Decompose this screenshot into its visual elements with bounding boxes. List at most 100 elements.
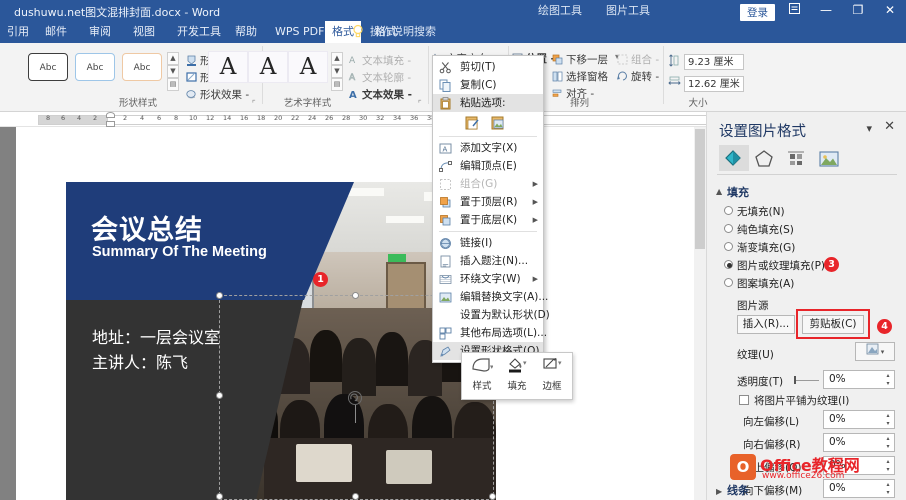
wordart-scroll-up-icon[interactable]: ▲ <box>331 52 343 65</box>
radio-button[interactable] <box>724 242 733 251</box>
radio-button[interactable] <box>724 206 733 215</box>
context-menu-item-set-default-shape[interactable]: 设置为默认形状(D) <box>433 306 550 324</box>
minimize-button[interactable]: — <box>812 0 840 21</box>
shape-style-gallery-scroll[interactable]: ▲ ▼ ▤ <box>167 52 179 94</box>
pane-tab-picture[interactable] <box>815 145 845 171</box>
mini-toolbar-style-button[interactable]: ▾ 样式 <box>465 356 499 392</box>
selection-handle-bottom-center[interactable] <box>352 493 359 500</box>
pane-tab-layout-properties[interactable] <box>783 145 813 171</box>
radio-button[interactable] <box>724 260 733 269</box>
selection-handle-bottom-left[interactable] <box>216 493 223 500</box>
transparency-slider-track[interactable] <box>795 380 819 381</box>
radio-picture-or-texture-fill[interactable]: 图片或纹理填充(P) <box>724 258 825 273</box>
sign-in-button[interactable]: 登录 <box>740 4 775 21</box>
spinner-icon[interactable]: ▴ ▾ <box>884 412 892 428</box>
context-menu-item-insert-caption[interactable]: 插入题注(N)... <box>433 252 543 270</box>
wordart-preset-1[interactable]: A <box>208 51 248 83</box>
maximize-button[interactable]: ❐ <box>844 0 872 21</box>
context-menu-item-copy[interactable]: 复制(C) <box>433 76 543 94</box>
selection-pane-button[interactable]: 选择窗格 <box>552 69 608 84</box>
rotate-handle-icon[interactable] <box>348 391 362 405</box>
context-menu-item-add-text[interactable]: A 添加文字(X) <box>433 139 543 157</box>
radio-button[interactable] <box>724 278 733 287</box>
tab-review[interactable]: 审阅 <box>82 21 118 43</box>
section-header-fill[interactable]: 填充 <box>727 184 749 200</box>
context-menu-item-link[interactable]: 链接(I) <box>433 234 543 252</box>
submenu-arrow-icon: ▶ <box>532 198 538 206</box>
tab-wps-pdf[interactable]: WPS PDF <box>268 21 331 43</box>
shape-style-preset-1[interactable]: Abc <box>28 53 68 81</box>
selection-handle-middle-left[interactable] <box>216 392 223 399</box>
texture-picker-button[interactable]: ▾ <box>855 342 895 361</box>
chevron-down-icon[interactable]: ▾ <box>866 122 872 135</box>
wordart-scroll-down-icon[interactable]: ▼ <box>331 65 343 78</box>
wordart-preset-2[interactable]: A <box>248 51 288 83</box>
transparency-slider-knob[interactable] <box>794 376 796 384</box>
shape-style-preset-3[interactable]: Abc <box>122 53 162 81</box>
vertical-scrollbar[interactable] <box>694 127 706 500</box>
radio-button[interactable] <box>724 224 733 233</box>
wordart-expand-icon[interactable]: ▤ <box>331 78 343 91</box>
selection-handle-bottom-right[interactable] <box>489 493 496 500</box>
ribbon-display-options-icon[interactable] <box>780 0 808 21</box>
context-menu-label: 设置为默认形状(D) <box>460 309 550 321</box>
context-menu-item-paste-options: 粘贴选项: <box>433 94 543 112</box>
radio-gradient-fill[interactable]: 渐变填充(G) <box>724 240 795 255</box>
shape-style-preset-2[interactable]: Abc <box>75 53 115 81</box>
tab-mailings[interactable]: 邮件 <box>38 21 74 43</box>
text-outline-button[interactable]: A 文本轮廓 - <box>348 70 411 85</box>
context-menu-item-edit-points[interactable]: 编辑顶点(E) <box>433 157 543 175</box>
gallery-scroll-down-icon[interactable]: ▼ <box>167 65 179 78</box>
insert-picture-button[interactable]: 插入(R)... <box>737 315 795 334</box>
pane-tab-fill-and-line[interactable] <box>719 145 749 171</box>
wordart-dialog-launcher[interactable]: ⌜ <box>418 99 422 108</box>
radio-no-fill[interactable]: 无填充(N) <box>724 204 785 219</box>
shape-height-field[interactable]: 9.23 厘米 <box>684 54 744 70</box>
document-page[interactable]: 会议总结 Summary Of The Meeting 地址：一层会议室 主讲人… <box>16 127 706 500</box>
send-backward-button[interactable]: 下移一层 <box>552 52 608 67</box>
close-button[interactable]: ✕ <box>876 0 904 21</box>
context-menu-item-more-layout-options[interactable]: 其他布局选项(L)... <box>433 324 547 342</box>
context-menu-item-bring-to-front[interactable]: 置于顶层(R) ▶ <box>433 193 543 211</box>
mini-toolbar-fill-button[interactable]: ▾ 填充 <box>500 356 534 392</box>
spinner-icon[interactable]: ▴ ▾ <box>884 435 892 451</box>
offset-left-field[interactable]: 0% ▴ ▾ <box>823 410 895 429</box>
picture-icon[interactable] <box>489 114 506 131</box>
shape-context-menu[interactable]: 剪切(T) 复制(C) 粘贴选项: A 添加文字(X) 编辑顶点(E) 组合(G… <box>432 55 550 363</box>
section-expand-icon[interactable]: ▶ <box>716 487 722 496</box>
tab-references[interactable]: 引用 <box>0 21 36 43</box>
tile-as-texture-checkbox[interactable] <box>739 395 749 405</box>
radio-pattern-fill[interactable]: 图案填充(A) <box>724 276 794 291</box>
pane-tab-effects[interactable] <box>751 145 781 171</box>
keep-source-formatting-icon[interactable] <box>463 114 480 131</box>
gallery-expand-icon[interactable]: ▤ <box>167 78 179 91</box>
link-icon <box>439 237 452 250</box>
scrollbar-thumb[interactable] <box>695 129 705 249</box>
selection-handle-top-left[interactable] <box>216 292 223 299</box>
context-menu-item-edit-alt-text[interactable]: 编辑替换文字(A)... <box>433 288 548 306</box>
context-menu-item-send-to-back[interactable]: 置于底层(K) ▶ <box>433 211 543 229</box>
spinner-icon[interactable]: ▴ ▾ <box>884 372 892 388</box>
radio-solid-fill[interactable]: 纯色填充(S) <box>724 222 794 237</box>
wordart-gallery-scroll[interactable]: ▲ ▼ ▤ <box>331 52 343 94</box>
rotate-objects-button[interactable]: 旋转 - <box>617 69 659 84</box>
wordart-preset-3[interactable]: A <box>288 51 328 83</box>
format-picture-pane[interactable]: 设置图片格式 ▾ ✕ ▲ 填充 无填充(N) 纯色填充(S) 渐变填充(G) 图… <box>706 112 906 500</box>
close-icon[interactable]: ✕ <box>884 119 895 134</box>
group-objects-button[interactable]: 组合 - <box>617 52 659 67</box>
tab-help[interactable]: 帮助 <box>228 21 264 43</box>
text-fill-button[interactable]: A 文本填充 - <box>348 53 411 68</box>
context-menu-item-wrap-text[interactable]: 环绕文字(W) ▶ <box>433 270 543 288</box>
tell-me-search-input[interactable]: 操作说明搜索 <box>370 21 436 43</box>
gallery-scroll-up-icon[interactable]: ▲ <box>167 52 179 65</box>
transparency-field[interactable]: 0% ▴ ▾ <box>823 370 895 389</box>
mini-toolbar-outline-button[interactable]: ▾ 边框 <box>535 356 569 392</box>
offset-right-field[interactable]: 0% ▴ ▾ <box>823 433 895 452</box>
context-menu-item-cut[interactable]: 剪切(T) <box>433 58 543 76</box>
first-line-indent-marker[interactable] <box>106 112 115 118</box>
selection-handle-top-center[interactable] <box>352 292 359 299</box>
section-collapse-icon[interactable]: ▲ <box>716 187 722 196</box>
tab-developer[interactable]: 开发工具 <box>170 21 228 43</box>
tab-view[interactable]: 视图 <box>126 21 162 43</box>
shape-width-field[interactable]: 12.62 厘米 <box>684 76 744 92</box>
